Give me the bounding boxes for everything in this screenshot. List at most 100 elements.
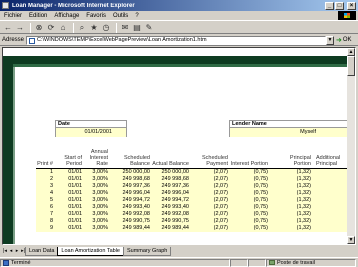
print-icon[interactable]: ▤ xyxy=(132,23,142,33)
menu-favoris[interactable]: Favoris xyxy=(86,13,106,19)
cell-start[interactable]: 01/01 xyxy=(56,225,82,232)
cell-actual-balance[interactable]: 250 000,00 xyxy=(152,169,189,176)
cell-print[interactable]: 7 xyxy=(36,211,53,218)
cell-sched-balance[interactable]: 249 998,68 xyxy=(114,176,150,183)
cell-interest[interactable]: (0,75) xyxy=(230,225,268,232)
cell-interest[interactable]: (0,75) xyxy=(230,218,268,225)
address-dropdown-icon[interactable]: ▼ xyxy=(326,35,334,45)
scroll-thumb[interactable] xyxy=(347,56,355,76)
cell-sched-payment[interactable]: (2,07) xyxy=(195,197,228,204)
cell-interest[interactable]: (0,75) xyxy=(230,190,268,197)
cell-start[interactable]: 01/01 xyxy=(56,190,82,197)
cell-print[interactable]: 2 xyxy=(36,176,53,183)
cell-start[interactable]: 01/01 xyxy=(56,211,82,218)
cell-sched-balance[interactable]: 249 997,36 xyxy=(114,183,150,190)
cell-principal[interactable]: (1,32) xyxy=(277,183,311,190)
scroll-up-icon[interactable]: ▲ xyxy=(347,48,355,56)
lender-value[interactable]: Myself xyxy=(230,128,348,137)
go-button[interactable]: ➜ OK xyxy=(336,36,356,45)
cell-sched-payment[interactable]: (2,07) xyxy=(195,204,228,211)
cell-start[interactable]: 01/01 xyxy=(56,218,82,225)
tab-loan-amortization-table[interactable]: Loan Amortization Table xyxy=(57,246,124,256)
cell-sched-payment[interactable]: (2,07) xyxy=(195,190,228,197)
cell-principal[interactable]: (1,32) xyxy=(277,197,311,204)
cell-start[interactable]: 01/01 xyxy=(56,197,82,204)
cell-actual-balance[interactable]: 249 989,44 xyxy=(152,225,189,232)
mail-icon[interactable]: ✉ xyxy=(120,23,130,33)
cell-sched-balance[interactable]: 249 996,04 xyxy=(114,190,150,197)
history-icon[interactable]: ◷ xyxy=(101,23,111,33)
cell-sched-payment[interactable]: (2,07) xyxy=(195,225,228,232)
cell-principal[interactable]: (1,32) xyxy=(277,218,311,225)
cell-actual-balance[interactable]: 249 994,72 xyxy=(152,197,189,204)
maximize-button[interactable]: □ xyxy=(335,1,344,10)
cell-principal[interactable]: (1,32) xyxy=(277,176,311,183)
cell-rate[interactable]: 3,00% xyxy=(84,169,108,176)
cell-start[interactable]: 01/01 xyxy=(56,204,82,211)
cell-print[interactable]: 5 xyxy=(36,197,53,204)
cell-sched-payment[interactable]: (2,07) xyxy=(195,169,228,176)
cell-print[interactable]: 8 xyxy=(36,218,53,225)
menu-edition[interactable]: Edition xyxy=(29,13,47,19)
cell-principal[interactable]: (1,32) xyxy=(277,204,311,211)
cell-sched-payment[interactable]: (2,07) xyxy=(195,218,228,225)
cell-rate[interactable]: 3,00% xyxy=(84,183,108,190)
cell-rate[interactable]: 3,00% xyxy=(84,190,108,197)
cell-sched-balance[interactable]: 249 994,72 xyxy=(114,197,150,204)
cell-print[interactable]: 1 xyxy=(36,169,53,176)
scroll-down-icon[interactable]: ▼ xyxy=(347,236,355,244)
favorites-icon[interactable]: ★ xyxy=(89,23,99,33)
cell-principal[interactable]: (1,32) xyxy=(277,190,311,197)
back-icon[interactable]: ← xyxy=(3,23,13,33)
cell-print[interactable]: 3 xyxy=(36,183,53,190)
cell-sched-payment[interactable]: (2,07) xyxy=(195,183,228,190)
cell-interest[interactable]: (0,75) xyxy=(230,169,268,176)
cell-start[interactable]: 01/01 xyxy=(56,169,82,176)
cell-interest[interactable]: (0,75) xyxy=(230,183,268,190)
search-icon[interactable]: ⌕ xyxy=(77,23,87,33)
menu-affichage[interactable]: Affichage xyxy=(54,13,79,19)
cell-print[interactable]: 6 xyxy=(36,204,53,211)
edit-icon[interactable]: ✎ xyxy=(144,23,154,33)
date-value[interactable]: 01/01/2001 xyxy=(56,128,126,137)
cell-interest[interactable]: (0,75) xyxy=(230,197,268,204)
cell-print[interactable]: 4 xyxy=(36,190,53,197)
minimize-button[interactable]: _ xyxy=(325,1,334,10)
cell-sched-balance[interactable]: 249 993,40 xyxy=(114,204,150,211)
cell-interest[interactable]: (0,75) xyxy=(230,204,268,211)
menu-help[interactable]: ? xyxy=(135,13,138,19)
cell-rate[interactable]: 3,00% xyxy=(84,218,108,225)
cell-actual-balance[interactable]: 249 997,36 xyxy=(152,183,189,190)
forward-icon[interactable]: → xyxy=(15,23,25,33)
cell-actual-balance[interactable]: 249 992,08 xyxy=(152,211,189,218)
refresh-icon[interactable]: ⟳ xyxy=(46,23,56,33)
tab-loan-data[interactable]: Loan Data xyxy=(25,246,59,256)
cell-sched-balance[interactable]: 249 990,75 xyxy=(114,218,150,225)
cell-interest[interactable]: (0,75) xyxy=(230,176,268,183)
cell-principal[interactable]: (1,32) xyxy=(277,211,311,218)
close-button[interactable]: × xyxy=(347,1,356,10)
cell-principal[interactable]: (1,32) xyxy=(277,225,311,232)
cell-sched-balance[interactable]: 249 989,44 xyxy=(114,225,150,232)
cell-print[interactable]: 9 xyxy=(36,225,53,232)
cell-actual-balance[interactable]: 249 998,68 xyxy=(152,176,189,183)
stop-icon[interactable]: ⊗ xyxy=(34,23,44,33)
cell-rate[interactable]: 3,00% xyxy=(84,225,108,232)
menu-outils[interactable]: Outils xyxy=(113,13,128,19)
address-input[interactable]: C:\WINDOWS\TEMP\ExcelWebPagePreview\Loan… xyxy=(26,35,326,45)
tab-summary-graph[interactable]: Summary Graph xyxy=(123,246,172,256)
cell-actual-balance[interactable]: 249 993,40 xyxy=(152,204,189,211)
cell-rate[interactable]: 3,00% xyxy=(84,197,108,204)
cell-rate[interactable]: 3,00% xyxy=(84,204,108,211)
cell-start[interactable]: 01/01 xyxy=(56,183,82,190)
cell-sched-payment[interactable]: (2,07) xyxy=(195,211,228,218)
home-icon[interactable]: ⌂ xyxy=(58,23,68,33)
menu-fichier[interactable]: Fichier xyxy=(4,13,22,19)
cell-rate[interactable]: 3,00% xyxy=(84,176,108,183)
cell-rate[interactable]: 3,00% xyxy=(84,211,108,218)
cell-sched-payment[interactable]: (2,07) xyxy=(195,176,228,183)
cell-sched-balance[interactable]: 249 992,08 xyxy=(114,211,150,218)
cell-interest[interactable]: (0,75) xyxy=(230,211,268,218)
vertical-scrollbar[interactable]: ▲ ▼ xyxy=(347,48,355,244)
cell-start[interactable]: 01/01 xyxy=(56,176,82,183)
